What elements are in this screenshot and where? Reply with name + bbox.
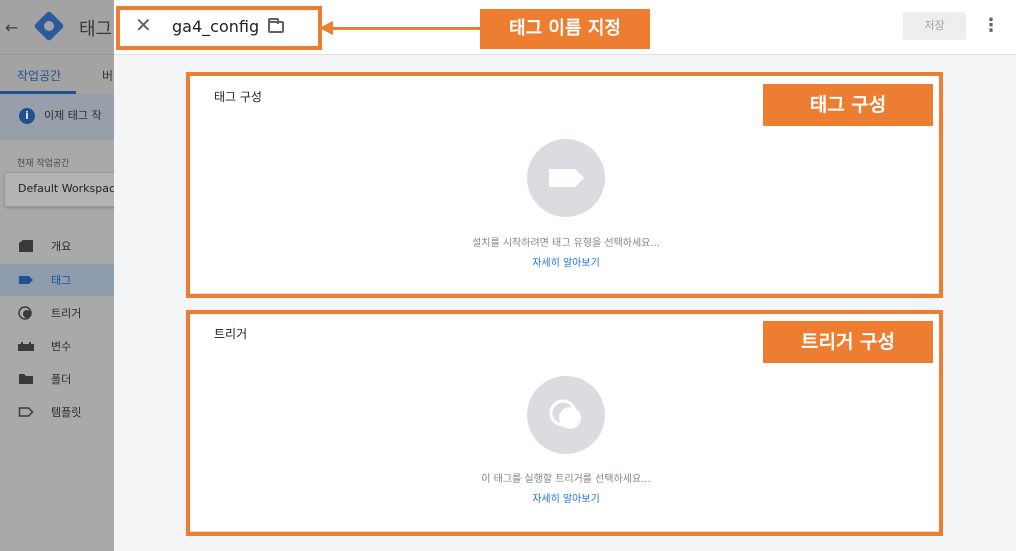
tag-name-callout: 태그 이름 지정 [480,9,650,49]
sidebar-item-label: 트리거 [51,307,82,320]
tab-versions[interactable]: 버 [102,67,113,84]
callout-arrow-line [332,27,482,30]
sidebar-item-templates[interactable]: 템플릿 [0,396,114,428]
notice-banner: i 이제 태그 작 [0,94,114,140]
overview-icon [19,240,33,252]
notice-text: 이제 태그 작 [44,109,102,122]
workspace-label: 현재 작업공간 [17,159,70,169]
info-icon: i [19,108,35,124]
save-button[interactable]: 저장 [903,12,966,40]
sidebar-item-triggers[interactable]: 트리거 [0,297,114,329]
app-title: 태그 [79,19,113,40]
app-header: ← 태그 [0,0,114,54]
template-icon [18,407,34,417]
folder-icon [19,374,33,384]
tab-workspace[interactable]: 작업공간 [17,67,61,84]
workspace-tabs: 작업공간 버 [0,54,114,95]
workspace-name: Default Workspace [18,182,122,195]
variable-icon [18,342,34,351]
sidebar-item-overview[interactable]: 개요 [0,230,114,262]
tag-config-callout: 태그 구성 [763,84,933,126]
sidebar-item-label: 폴더 [51,373,72,386]
trigger-icon [18,306,32,320]
sidebar-item-label: 변수 [51,340,72,353]
trigger-callout: 트리거 구성 [763,321,933,363]
sidebar-item-label: 템플릿 [51,406,82,419]
tag-name-highlight [116,6,322,50]
sidebar-item-label: 태그 [51,274,72,287]
workspace-selector[interactable]: Default Workspace [4,172,122,207]
sidebar-item-label: 개요 [51,240,72,253]
sidebar-item-tags[interactable]: 태그 [0,264,114,296]
back-arrow-icon[interactable]: ← [5,18,18,37]
tag-icon [19,276,33,284]
sidebar-item-variables[interactable]: 변수 [0,330,114,362]
sidebar-item-folders[interactable]: 폴더 [0,363,114,395]
callout-arrow-icon [319,21,333,35]
more-vert-icon[interactable]: ⋮ [982,13,1000,39]
gtm-logo-icon [33,10,65,42]
